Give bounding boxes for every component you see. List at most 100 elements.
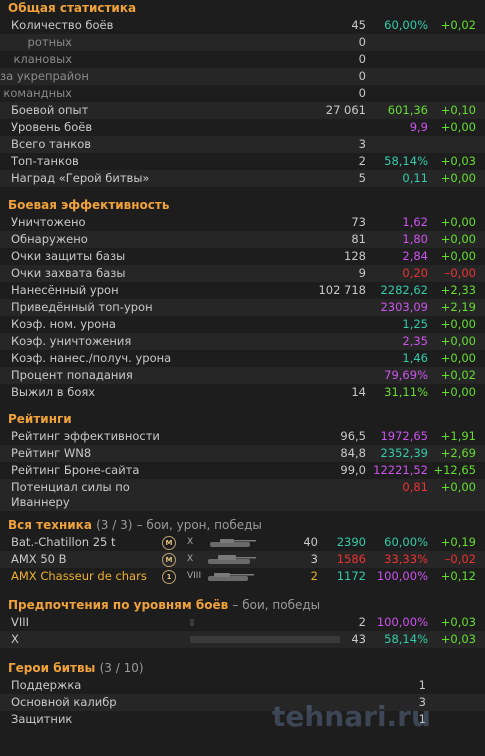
stat-label: Процент попадания: [11, 368, 133, 382]
general-section-title: Общая статистика: [8, 1, 137, 15]
vehicle-winrate: 60,00%: [384, 535, 428, 549]
vehicle-name[interactable]: AMX 50 B: [11, 551, 67, 568]
vehicles-title: Вся техника: [8, 518, 92, 532]
rating-row-armor-site: Рейтинг Броне-сайта 99,0 12221,52 +12,65: [0, 462, 485, 479]
hero-label: Основной калибр: [11, 695, 117, 709]
stat-row-battles: Количество боёв 45 60,00% +0,02: [0, 17, 485, 34]
vehicle-row[interactable]: AMX Chasseur de chars 1 VIII 2 1172 100,…: [0, 568, 485, 585]
stat-row-damage-top: Приведённый топ-урон 2303,09 +2,19: [0, 299, 485, 316]
stat-count: 102 718: [318, 283, 366, 297]
stat-delta: +0,00: [440, 351, 476, 365]
stat-delta: +0,00: [440, 317, 476, 331]
hero-count: 1: [418, 678, 426, 692]
tier-row: X 43 58,14% +0,03: [0, 631, 485, 648]
stat-average: 0,20: [402, 266, 428, 280]
stat-average: 79,69%: [384, 368, 428, 382]
tier-bar: [190, 619, 194, 626]
vehicle-damage: 2390: [336, 535, 366, 549]
stat-delta: +0,00: [440, 249, 476, 263]
hero-label: Защитник: [11, 712, 73, 726]
stat-row-destroyed: Уничтожено 73 1,62 +0,00: [0, 214, 485, 231]
stat-count: 73: [351, 215, 366, 229]
stat-row-top: Топ-танков 2 58,14% +0,03: [0, 153, 485, 170]
stat-delta: –0,00: [444, 266, 476, 280]
stat-average: 1,25: [402, 317, 428, 331]
stat-row-tanks: Всего танков 3: [0, 136, 485, 153]
stat-label: Потенциал силы по Иваннеру: [11, 480, 130, 509]
stat-label: ротных: [27, 35, 72, 49]
stat-label: Обнаружено: [11, 232, 88, 246]
vehicle-name[interactable]: AMX Chasseur de chars: [11, 568, 147, 585]
hero-row: Поддержка 1: [0, 677, 485, 694]
stat-label: Очки защиты базы: [11, 249, 126, 263]
stat-count: 96,5: [340, 429, 366, 443]
stat-count: 0: [358, 35, 366, 49]
stat-row-spotted: Обнаружено 81 1,80 +0,00: [0, 231, 485, 248]
vehicle-row[interactable]: AMX 50 B M X 3 1586 33,33% –0,02: [0, 551, 485, 568]
mastery-badge-icon: M: [162, 536, 176, 550]
stat-label: Количество боёв: [11, 18, 114, 32]
stat-label: за укрепрайон: [0, 69, 89, 83]
stat-label: клановых: [13, 52, 72, 66]
stat-count: 45: [351, 18, 366, 32]
vehicle-damage: 1172: [336, 569, 366, 583]
vehicle-delta: –0,02: [444, 552, 476, 566]
stat-delta: +2,69: [440, 446, 476, 460]
tiers-section-title: Предпочтения по уровням боёв – бои, побе…: [0, 597, 485, 614]
efficiency-section-title: Боевая эффективность: [8, 198, 170, 212]
vehicles-subtitle: – бои, урон, победы: [136, 518, 262, 532]
tiers-title: Предпочтения по уровням боёв: [8, 598, 229, 612]
stat-delta: +2,33: [440, 283, 476, 297]
stat-label: Наград «Герой битвы»: [11, 171, 150, 185]
tier-battles: 2: [358, 615, 366, 629]
stat-average: 2,84: [402, 249, 428, 263]
stat-average: 9,9: [409, 120, 428, 134]
stat-label: Очки захвата базы: [11, 266, 126, 280]
stat-delta: +0,03: [440, 154, 476, 168]
stat-count: 84,8: [340, 446, 366, 460]
stat-delta: +0,00: [440, 120, 476, 134]
stat-delta: +0,00: [440, 215, 476, 229]
tier-battles: 43: [351, 632, 366, 646]
rating-row-efficiency: Рейтинг эффективности 96,5 1972,65 +1,91: [0, 428, 485, 445]
vehicle-tier: X: [187, 554, 194, 564]
stat-row-hit: Процент попадания 79,69% +0,02: [0, 367, 485, 384]
vehicle-name[interactable]: Bat.-Chatillon 25 t: [11, 534, 116, 551]
stat-count: 0: [358, 52, 366, 66]
stat-average: 2,35: [402, 334, 428, 348]
rating-row-wn8: Рейтинг WN8 84,8 2352,39 +2,69: [0, 445, 485, 462]
heroes-title: Герои битвы: [8, 661, 96, 675]
stat-count: 9: [358, 266, 366, 280]
stat-label: Коэф. уничтожения: [11, 334, 132, 348]
stat-count: 0: [358, 69, 366, 83]
stat-row-company: ротных 0: [0, 34, 485, 51]
stat-count: 2: [358, 154, 366, 168]
vehicle-delta: +0,12: [440, 569, 476, 583]
tier-winrate: 100,00%: [376, 615, 428, 629]
tier-label: X: [11, 632, 19, 646]
vehicle-winrate: 33,33%: [384, 552, 428, 566]
tier-delta: +0,03: [440, 615, 476, 629]
vehicle-battles: 40: [303, 535, 318, 549]
stat-row-survived: Выжил в боях 14 31,11% +0,00: [0, 384, 485, 401]
heroes-count: (3 / 10): [99, 661, 144, 675]
stat-label: Приведённый топ-урон: [11, 300, 153, 314]
stat-label: Всего танков: [11, 137, 92, 151]
hero-label: Поддержка: [11, 678, 82, 692]
stat-average: 1972,65: [380, 429, 428, 443]
stat-delta: +12,65: [433, 463, 476, 477]
stat-average: 2303,09: [380, 300, 428, 314]
vehicle-delta: +0,19: [440, 535, 476, 549]
stat-count: 3: [358, 137, 366, 151]
stat-row-damage: Нанесённый урон 102 718 2282,62 +2,33: [0, 282, 485, 299]
stat-count: 5: [358, 171, 366, 185]
stat-average: 1,80: [402, 232, 428, 246]
vehicles-count: (3 / 3): [96, 518, 133, 532]
heroes-section-title: Герои битвы (3 / 10): [0, 660, 485, 677]
vehicle-row[interactable]: Bat.-Chatillon 25 t M X 40 2390 60,00% +…: [0, 534, 485, 551]
stat-count: 27 061: [325, 103, 366, 117]
stat-average: 1,62: [402, 215, 428, 229]
stat-delta: +0,00: [440, 232, 476, 246]
stat-delta: +2,19: [440, 300, 476, 314]
site-watermark: tehnari.ru: [272, 700, 431, 733]
